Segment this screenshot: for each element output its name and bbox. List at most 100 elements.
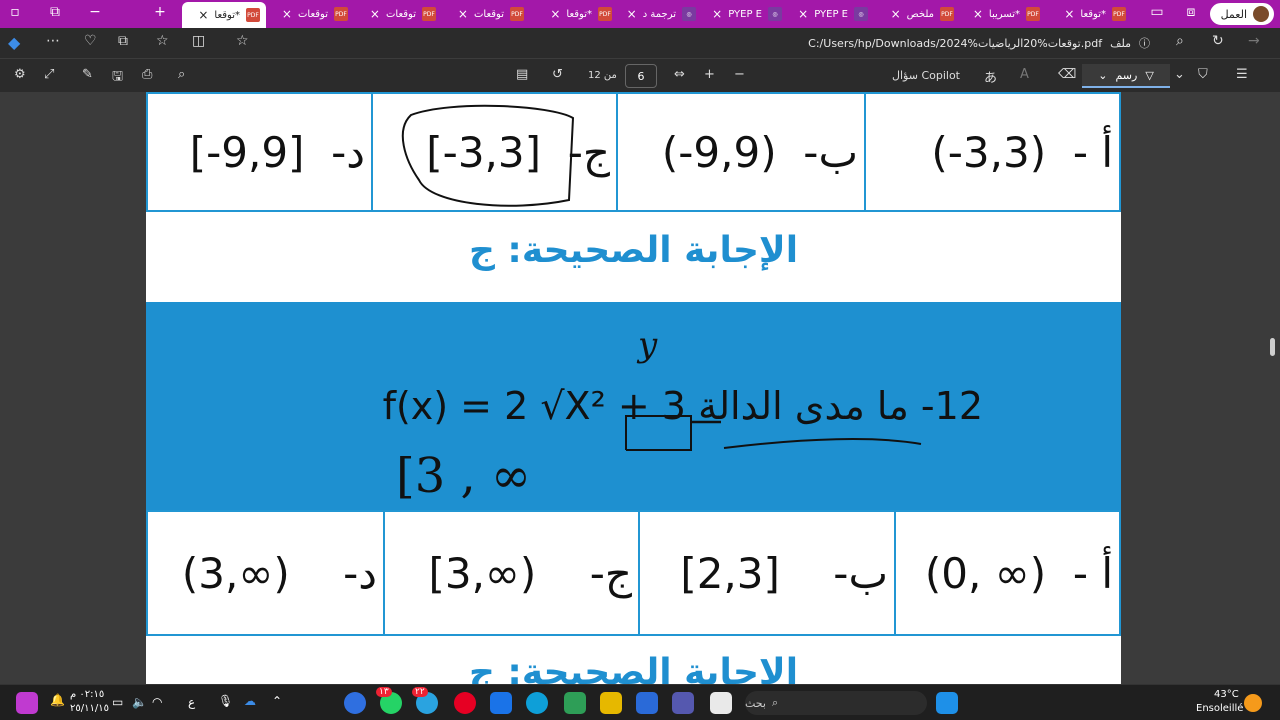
close-tab-icon[interactable]: × bbox=[712, 7, 722, 21]
edge-icon[interactable] bbox=[526, 692, 548, 714]
option-label: أ - bbox=[1072, 548, 1113, 598]
scrollbar[interactable] bbox=[1264, 92, 1280, 684]
pdf-icon: PDF bbox=[246, 8, 260, 22]
rotate-icon[interactable]: ↺ bbox=[552, 67, 563, 82]
volume-icon[interactable]: 🔈 bbox=[132, 695, 147, 709]
zoom-app-icon[interactable] bbox=[344, 692, 366, 714]
pdf-icon: PDF bbox=[510, 7, 524, 21]
print-icon[interactable]: ⎙ bbox=[142, 67, 152, 82]
tab-4[interactable]: PDF *توقعا × bbox=[534, 3, 618, 25]
page-view-icon[interactable]: ▤ bbox=[516, 67, 528, 82]
mail-icon[interactable] bbox=[490, 692, 512, 714]
fit-width-icon[interactable]: ⇔ bbox=[674, 67, 685, 82]
scrollbar-thumb[interactable] bbox=[1270, 338, 1275, 356]
handwriting-annotations: y [3 , ∞ bbox=[396, 325, 922, 504]
close-tab-icon[interactable]: × bbox=[550, 7, 560, 21]
address-bar-row: ◆ ⋯ ♡ ⧉ ☆ ◫ ☆ ⌕ C:/Users/hp/Downloads/20… bbox=[0, 28, 1280, 58]
pdf-app-icon[interactable] bbox=[16, 692, 38, 714]
read-aloud-icon[interactable]: A bbox=[1020, 67, 1029, 82]
add-favorite-icon[interactable]: ☆ bbox=[236, 33, 249, 49]
tab-8[interactable]: PDF ملخص × bbox=[876, 3, 960, 25]
close-tab-icon[interactable]: × bbox=[198, 8, 208, 22]
highlight-icon[interactable]: ⛉ bbox=[1198, 67, 1208, 82]
tab-label: توقعات bbox=[473, 8, 504, 20]
search-icon[interactable]: ⌕ bbox=[1176, 33, 1184, 49]
contents-icon[interactable]: ☰ bbox=[1236, 67, 1248, 82]
draw-button[interactable]: ▽ رسم ⌄ bbox=[1082, 64, 1170, 88]
tab-1[interactable]: PDF توقعات × bbox=[270, 3, 354, 25]
wifi-icon[interactable]: ◠ bbox=[152, 695, 162, 709]
tab-9[interactable]: PDF *تسريبا × bbox=[962, 3, 1046, 25]
close-tab-icon[interactable]: × bbox=[627, 7, 637, 21]
zoom-in-icon[interactable]: + bbox=[704, 67, 715, 82]
app-icon[interactable] bbox=[564, 692, 586, 714]
chevron-up-icon[interactable]: ⌃ bbox=[272, 694, 282, 708]
pinterest-icon[interactable] bbox=[454, 692, 476, 714]
store-icon[interactable] bbox=[636, 692, 658, 714]
tab-2[interactable]: PDF توقعات × bbox=[358, 3, 442, 25]
battery-icon[interactable]: ▭ bbox=[112, 695, 123, 709]
onedrive-icon[interactable]: ☁ bbox=[244, 694, 256, 708]
save-icon[interactable]: 🖫 bbox=[112, 67, 123, 89]
new-tab-button[interactable]: + bbox=[145, 4, 175, 20]
more-icon[interactable]: ⋯ bbox=[46, 33, 60, 49]
close-tab-icon[interactable]: × bbox=[1064, 7, 1074, 21]
language-indicator[interactable]: ع bbox=[188, 695, 195, 709]
fullscreen-icon[interactable]: ⤢ bbox=[44, 67, 54, 82]
whiteboard-icon[interactable] bbox=[710, 692, 732, 714]
tab-label: توقعات bbox=[297, 8, 328, 20]
address-field[interactable]: C:/Users/hp/Downloads/2024%توقعات%20الري… bbox=[260, 31, 1160, 55]
collections-icon[interactable]: ⧉ bbox=[118, 33, 128, 49]
settings-icon[interactable]: ⚙ bbox=[14, 67, 26, 82]
split-screen-icon[interactable]: ◫ bbox=[192, 33, 205, 49]
notification-icon[interactable]: 🔔 bbox=[50, 693, 65, 707]
page-number-input[interactable]: 6 bbox=[625, 64, 657, 88]
tab-10[interactable]: PDF *توقعا × bbox=[1048, 3, 1132, 25]
pdf-viewer[interactable]: أ - (-3,3) ب- (-9,9) ج- [-3,3] د- [-9,9]… bbox=[0, 92, 1280, 684]
file-explorer-icon[interactable] bbox=[600, 692, 622, 714]
profile-button[interactable]: العمل bbox=[1209, 3, 1274, 25]
window-menu-icon[interactable]: ▫ bbox=[0, 4, 30, 20]
teams-icon[interactable] bbox=[672, 692, 694, 714]
tab-0[interactable]: PDF *توقعا × bbox=[182, 2, 266, 28]
minimize-icon[interactable]: − bbox=[80, 4, 110, 20]
refresh-icon[interactable]: ↻ bbox=[1212, 33, 1224, 49]
page-total: من 12 bbox=[588, 70, 617, 81]
option-a: أ - (-3,3) bbox=[866, 92, 1121, 212]
pdf-icon: PDF bbox=[1026, 7, 1040, 21]
tab-actions-icon[interactable]: ⧉ bbox=[40, 4, 70, 20]
options-row-2: أ - (0, ∞) ب- [2,3] ج- [3,∞) د- (3,∞) bbox=[146, 510, 1121, 636]
info-icon[interactable]: ⓘ bbox=[1139, 35, 1150, 51]
tab-3[interactable]: PDF توقعات × bbox=[446, 3, 530, 25]
copilot-icon[interactable]: ◆ bbox=[8, 33, 20, 52]
workspaces-icon[interactable]: ⧈ bbox=[1176, 4, 1206, 20]
close-tab-icon[interactable]: × bbox=[973, 7, 983, 21]
save-as-icon[interactable]: ✎ bbox=[82, 67, 93, 82]
tab-label: ترجمة د bbox=[642, 8, 676, 20]
close-tab-icon[interactable]: × bbox=[458, 7, 468, 21]
microphone-icon[interactable]: 🎙 bbox=[218, 694, 233, 708]
tab-7[interactable]: ◎ PYEP E × bbox=[790, 3, 874, 25]
start-icon[interactable] bbox=[936, 692, 958, 714]
forward-icon[interactable]: → bbox=[1248, 33, 1260, 49]
close-tab-icon[interactable]: × bbox=[798, 7, 808, 21]
tab-5[interactable]: ◎ ترجمة د × bbox=[618, 3, 702, 25]
close-tab-icon[interactable]: × bbox=[891, 7, 901, 21]
favorites-icon[interactable]: ☆ bbox=[156, 33, 169, 49]
health-icon[interactable]: ♡ bbox=[84, 33, 97, 49]
option-b: ب- [2,3] bbox=[640, 510, 896, 636]
ask-copilot-button[interactable]: سؤال Copilot bbox=[892, 69, 960, 82]
taskbar-search[interactable]: ⌕ بحث bbox=[745, 691, 927, 715]
pdf-icon: PDF bbox=[940, 7, 954, 21]
translate-icon[interactable]: あ bbox=[984, 67, 997, 86]
chevron-down-icon[interactable]: ⌄ bbox=[1174, 67, 1185, 82]
zoom-out-icon[interactable]: − bbox=[734, 67, 745, 82]
clock-date: ٢٥/١١/١٥ bbox=[70, 703, 109, 714]
tab-list-icon[interactable]: ▭ bbox=[1142, 4, 1172, 20]
tab-6[interactable]: ◎ PYEP E × bbox=[704, 3, 788, 25]
close-tab-icon[interactable]: × bbox=[282, 7, 292, 21]
sun-icon[interactable] bbox=[1244, 694, 1262, 712]
find-icon[interactable]: ⌕ bbox=[178, 67, 185, 82]
erase-icon[interactable]: ⌫ bbox=[1058, 67, 1076, 82]
close-tab-icon[interactable]: × bbox=[370, 7, 380, 21]
